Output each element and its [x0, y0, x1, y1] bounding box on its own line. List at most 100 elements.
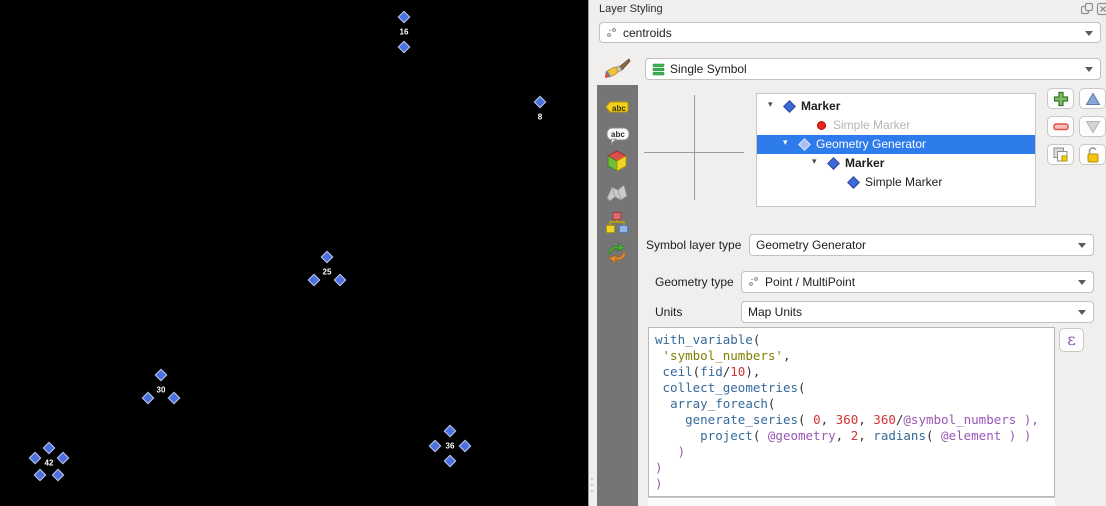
diamond-icon — [847, 176, 860, 189]
chevron-down-icon — [1078, 243, 1086, 248]
symbol-tree-item[interactable]: ▾ Geometry Generator — [757, 135, 1035, 154]
symbol-tree-item[interactable]: ▾ Marker — [757, 154, 1035, 173]
code-line: collect_geometries( — [655, 380, 1052, 396]
panel-resize-handle[interactable] — [590, 478, 594, 506]
chevron-down-icon — [1078, 280, 1086, 285]
float-panel-button[interactable] — [1080, 2, 1094, 16]
symbol-layer-type-dropdown[interactable]: Geometry Generator — [749, 234, 1094, 256]
map-marker-diamond — [155, 369, 168, 382]
tab-3d-view[interactable] — [605, 148, 631, 174]
lock-color-button[interactable] — [1079, 144, 1106, 165]
map-marker-diamond — [444, 455, 457, 468]
code-line: array_foreach( — [655, 396, 1052, 412]
code-line: with_variable( — [655, 332, 1052, 348]
symbol-preview — [644, 90, 754, 210]
mask-icon — [605, 182, 631, 204]
renderer-value: Single Symbol — [670, 62, 747, 76]
float-panel-icon — [1080, 2, 1094, 16]
map-marker-diamond — [142, 391, 155, 404]
expander-arrow-icon[interactable]: ▾ — [783, 137, 788, 148]
renderer-dropdown[interactable]: Single Symbol — [645, 58, 1101, 80]
tab-labels[interactable]: abc — [605, 95, 631, 121]
symbol-tree-label: Geometry Generator — [816, 137, 926, 151]
map-marker-diamond — [534, 96, 547, 109]
units-label: Units — [655, 305, 682, 319]
map-marker-diamond — [28, 452, 41, 465]
single-symbol-icon — [652, 63, 665, 76]
map-marker-diamond — [308, 273, 321, 286]
tab-history[interactable] — [605, 240, 631, 266]
symbol-tree-item[interactable]: Simple Marker — [757, 116, 1035, 135]
map-cluster-label: 36 — [446, 442, 455, 451]
tab-symbology[interactable] — [603, 56, 635, 84]
map-marker-diamond — [334, 273, 347, 286]
map-marker-diamond — [444, 425, 457, 438]
layer-selector-dropdown[interactable]: centroids — [599, 22, 1101, 43]
map-marker-diamond — [51, 469, 64, 482]
tab-diagrams[interactable] — [605, 210, 631, 236]
point-geometry-icon — [748, 276, 760, 288]
labels-icon: abc — [605, 99, 631, 117]
styling-tool-strip: abc abc — [597, 85, 638, 506]
move-down-button[interactable] — [1079, 116, 1106, 137]
svg-text:abc: abc — [611, 130, 625, 139]
chevron-down-icon — [1085, 31, 1093, 36]
map-marker-diamond — [398, 41, 411, 54]
preview-crosshair-vertical — [694, 95, 695, 200]
expression-dialog-button[interactable]: ε — [1059, 328, 1084, 352]
symbol-tree-label: Marker — [845, 156, 884, 170]
symbol-tree-item[interactable]: ▾ Marker — [757, 97, 1035, 116]
geometry-type-value: Point / MultiPoint — [765, 275, 855, 289]
move-up-button[interactable] — [1079, 88, 1106, 109]
code-line: ceil(fid/10), — [655, 364, 1052, 380]
duplicate-symbol-layer-button[interactable] — [1047, 144, 1074, 165]
cube-3d-icon — [605, 149, 631, 173]
map-cluster-label: 8 — [538, 113, 542, 122]
map-marker-diamond — [398, 11, 411, 24]
duplicate-icon — [1052, 146, 1069, 163]
map-marker-diamond — [168, 391, 181, 404]
map-marker-diamond — [34, 469, 47, 482]
close-icon — [1096, 2, 1106, 16]
arrow-up-icon — [1085, 92, 1101, 106]
expander-arrow-icon[interactable]: ▾ — [768, 99, 773, 110]
preview-crosshair-horizontal — [644, 152, 744, 153]
geometry-type-dropdown[interactable]: Point / MultiPoint — [741, 271, 1094, 293]
units-dropdown[interactable]: Map Units — [741, 301, 1094, 323]
history-icon — [605, 242, 631, 264]
tab-mask[interactable] — [605, 180, 631, 206]
expander-arrow-icon[interactable]: ▾ — [812, 156, 817, 167]
epsilon-icon: ε — [1067, 330, 1075, 349]
add-symbol-layer-button[interactable] — [1047, 88, 1074, 109]
remove-symbol-layer-button[interactable] — [1047, 116, 1074, 137]
code-line: ) — [655, 460, 1052, 476]
map-marker-diamond — [43, 442, 56, 455]
map-cluster-label: 30 — [157, 386, 166, 395]
units-value: Map Units — [748, 305, 802, 319]
map-cluster-label: 25 — [323, 268, 332, 277]
symbol-tree-label: Simple Marker — [865, 175, 942, 189]
lock-open-icon — [1085, 146, 1101, 163]
symbol-tree-item[interactable]: Simple Marker — [757, 173, 1035, 192]
map-marker-diamond — [57, 452, 70, 465]
chevron-down-icon — [1085, 67, 1093, 72]
symbol-layer-type-label: Symbol layer type — [646, 238, 741, 252]
svg-text:abc: abc — [612, 104, 626, 113]
map-cluster-label: 16 — [400, 28, 409, 37]
expression-editor-code[interactable]: with_variable( 'symbol_numbers', ceil(fi… — [648, 327, 1055, 497]
code-line: project( @geometry, 2, radians( @element… — [655, 428, 1052, 444]
map-canvas[interactable]: 16825303642 — [0, 0, 588, 506]
layer-selector-value: centroids — [623, 26, 672, 40]
chevron-down-icon — [1078, 310, 1086, 315]
symbol-tree-label: Simple Marker — [833, 118, 910, 132]
tab-callouts[interactable]: abc — [605, 123, 631, 149]
expression-editor-hscrollbar[interactable] — [648, 497, 1055, 506]
geometry-type-label: Geometry type — [655, 275, 734, 289]
diagram-icon — [605, 211, 631, 235]
map-marker-diamond — [321, 251, 334, 264]
symbol-tree-label: Marker — [801, 99, 840, 113]
close-panel-button[interactable] — [1096, 2, 1106, 16]
diamond-light-icon — [798, 138, 811, 151]
paintbrush-icon — [603, 57, 635, 83]
symbol-layer-type-value: Geometry Generator — [756, 238, 866, 252]
